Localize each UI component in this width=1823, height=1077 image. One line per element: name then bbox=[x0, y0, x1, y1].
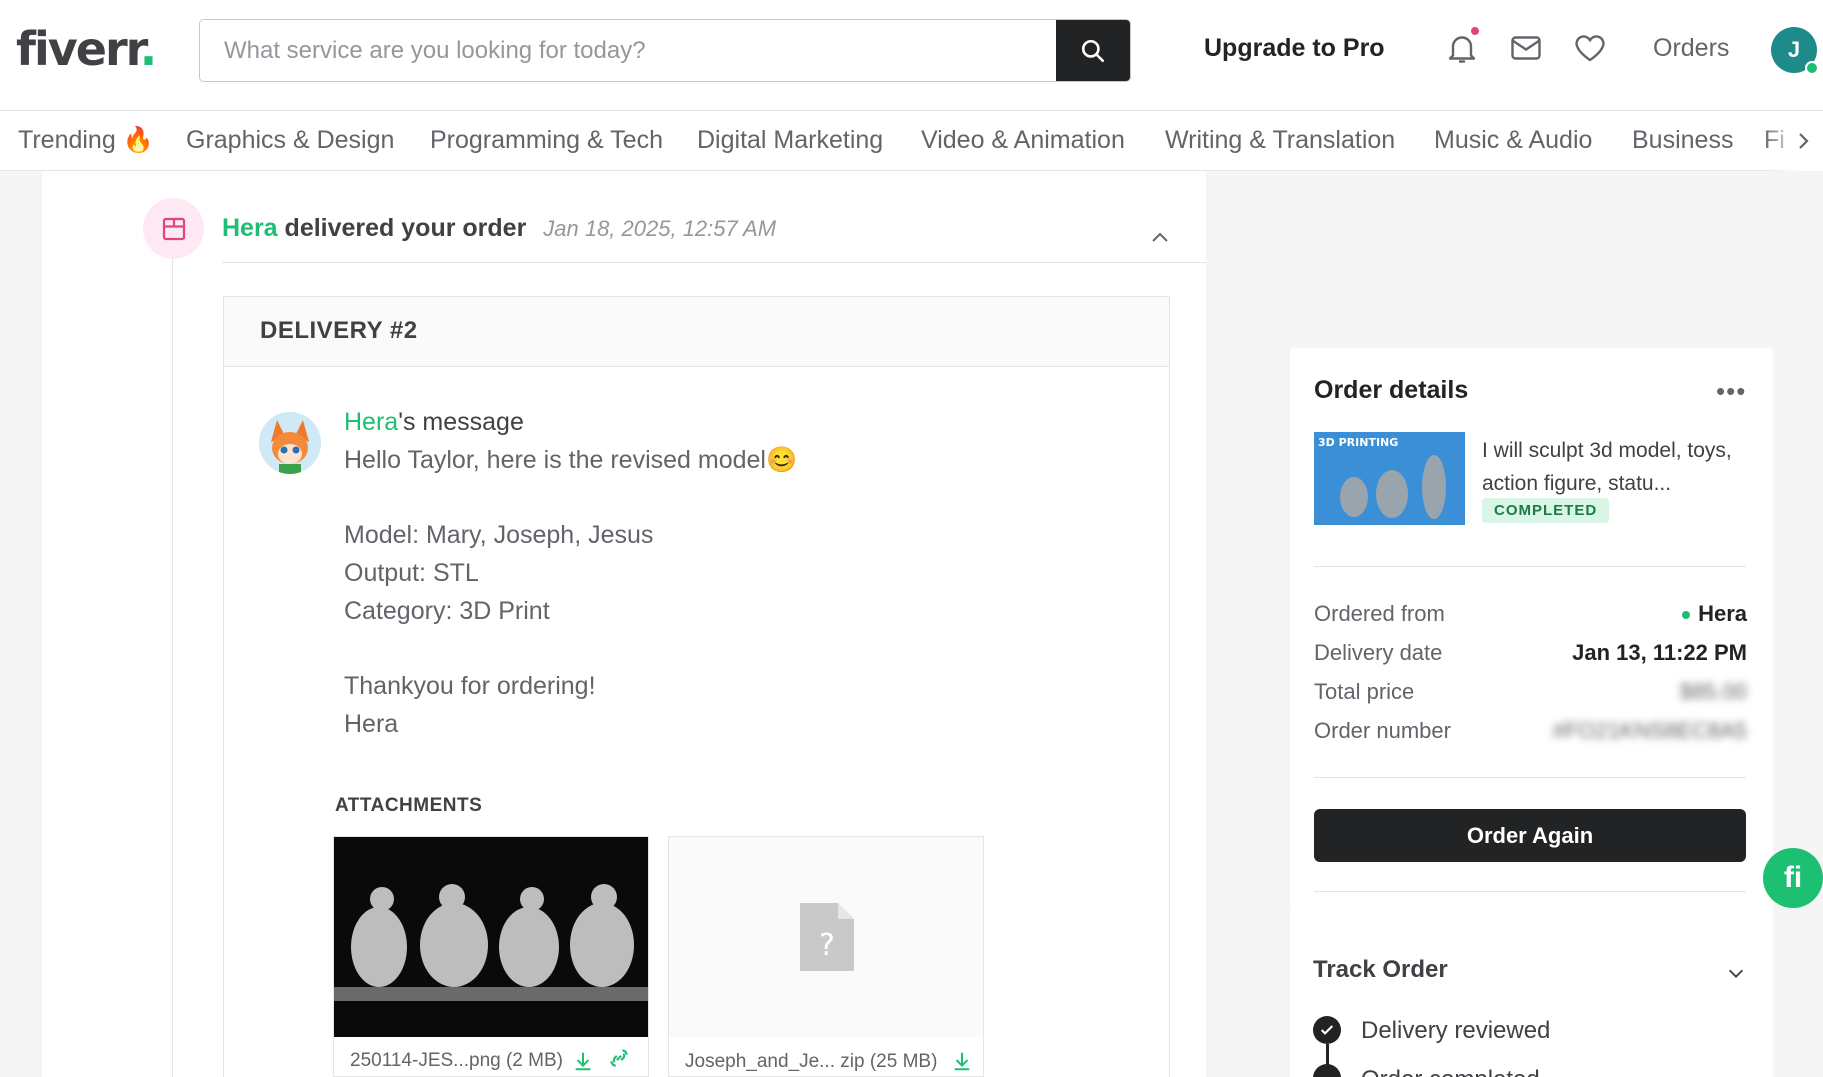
divider bbox=[1314, 777, 1746, 778]
fire-icon: 🔥 bbox=[122, 126, 154, 154]
category-video-animation[interactable]: Video & Animation bbox=[921, 126, 1125, 155]
top-header: fiverr. Upgrade to Pro Orders J bbox=[0, 0, 1823, 111]
seller-avatar[interactable] bbox=[259, 412, 321, 474]
unknown-file-icon: ? bbox=[800, 903, 854, 971]
category-trending[interactable]: Trending 🔥 bbox=[18, 126, 154, 155]
online-dot bbox=[1682, 611, 1691, 620]
event-date: Jan 18, 2025, 12:57 AM bbox=[543, 216, 777, 241]
track-connector bbox=[1326, 1044, 1329, 1066]
nav-fade bbox=[1763, 111, 1823, 171]
total-price-value: $85.00 bbox=[1679, 679, 1747, 704]
svg-text:?: ? bbox=[819, 928, 835, 963]
chevron-up-icon[interactable] bbox=[1148, 226, 1172, 250]
upgrade-to-pro-link[interactable]: Upgrade to Pro bbox=[1204, 34, 1385, 63]
attachments-label: ATTACHMENTS bbox=[335, 795, 483, 816]
track-step: Order completed bbox=[1361, 1066, 1540, 1077]
smile-emoji: 😊 bbox=[765, 446, 798, 474]
download-icon[interactable] bbox=[572, 1049, 594, 1073]
fiverr-logo[interactable]: fiverr. bbox=[16, 22, 157, 76]
attachment-filename[interactable]: 250114-JES...png (2 MB) bbox=[350, 1050, 563, 1072]
message-line: Output: STL bbox=[344, 559, 479, 587]
message-line: Model: Mary, Joseph, Jesus bbox=[344, 521, 654, 549]
timeline-line bbox=[172, 258, 173, 1077]
search-icon bbox=[1081, 39, 1105, 62]
gig-banner-text: 3D PRINTING bbox=[1318, 436, 1398, 449]
order-number-label: Order number bbox=[1314, 718, 1451, 743]
divider bbox=[1314, 566, 1746, 567]
mail-icon[interactable] bbox=[1508, 30, 1544, 66]
seller-name-link[interactable]: Hera bbox=[222, 214, 278, 242]
link-icon[interactable] bbox=[606, 1045, 632, 1071]
attachment-thumbnail[interactable]: ? bbox=[669, 837, 983, 1037]
orders-link[interactable]: Orders bbox=[1653, 34, 1729, 63]
order-number-value: #FO21KNS8EC8A5 bbox=[1552, 718, 1747, 743]
divider bbox=[222, 262, 1206, 263]
attachment-card[interactable]: ? Joseph_and_Je... zip (25 MB) bbox=[668, 836, 984, 1077]
ordered-from-label: Ordered from bbox=[1314, 601, 1445, 626]
track-order-title[interactable]: Track Order bbox=[1313, 956, 1448, 984]
heart-icon[interactable] bbox=[1572, 30, 1608, 66]
track-step: Delivery reviewed bbox=[1361, 1017, 1551, 1044]
category-digital-marketing[interactable]: Digital Marketing bbox=[697, 126, 883, 155]
fiverr-assistant-button[interactable]: fi bbox=[1763, 848, 1823, 908]
category-nav: Trending 🔥 Graphics & Design Programming… bbox=[0, 111, 1823, 171]
attachment-thumbnail[interactable] bbox=[334, 837, 648, 1037]
online-status-dot bbox=[1805, 61, 1819, 75]
message-line: Hera bbox=[344, 710, 399, 738]
total-price-label: Total price bbox=[1314, 679, 1415, 704]
status-badge: COMPLETED bbox=[1482, 498, 1610, 523]
bell-icon[interactable] bbox=[1444, 30, 1480, 66]
ordered-from-value[interactable]: Hera bbox=[1682, 601, 1747, 627]
chevron-right-icon[interactable] bbox=[1791, 129, 1815, 153]
attachment-card[interactable]: 250114-JES...png (2 MB) bbox=[333, 836, 649, 1077]
delivery-event-title: Hera delivered your order Jan 18, 2025, … bbox=[222, 214, 777, 242]
download-icon[interactable] bbox=[951, 1049, 973, 1073]
gig-thumbnail[interactable]: 3D PRINTING bbox=[1314, 432, 1465, 525]
message-line: Thankyou for ordering! bbox=[344, 672, 596, 700]
package-icon bbox=[143, 198, 204, 259]
delivery-date-value: Jan 13, 11:22 PM bbox=[1572, 640, 1747, 665]
divider bbox=[1314, 891, 1746, 892]
message-line: Hello Taylor, here is the revised model😊 bbox=[344, 446, 798, 474]
category-writing-translation[interactable]: Writing & Translation bbox=[1165, 126, 1395, 155]
more-options-icon[interactable]: ••• bbox=[1716, 376, 1746, 407]
category-graphics-design[interactable]: Graphics & Design bbox=[186, 126, 394, 155]
order-details-title: Order details bbox=[1314, 376, 1469, 404]
chevron-down-icon[interactable] bbox=[1725, 962, 1747, 984]
notification-dot bbox=[1471, 27, 1479, 35]
delivery-header: DELIVERY #2 bbox=[224, 297, 1169, 367]
check-circle-icon bbox=[1313, 1016, 1341, 1044]
gig-title[interactable]: I will sculpt 3d model, toys, action fig… bbox=[1482, 434, 1754, 500]
search-button[interactable] bbox=[1056, 20, 1130, 81]
track-order-card bbox=[1290, 908, 1773, 1077]
category-programming-tech[interactable]: Programming & Tech bbox=[430, 126, 663, 155]
category-music-audio[interactable]: Music & Audio bbox=[1434, 126, 1592, 155]
order-again-button[interactable]: Order Again bbox=[1314, 809, 1746, 862]
message-title: Hera's message bbox=[344, 408, 524, 436]
attachment-filename[interactable]: Joseph_and_Je... zip (25 MB) bbox=[685, 1051, 937, 1073]
search-bar bbox=[199, 19, 1131, 82]
delivery-date-label: Delivery date bbox=[1314, 640, 1443, 665]
category-business[interactable]: Business bbox=[1632, 126, 1733, 155]
search-input[interactable] bbox=[200, 20, 1058, 81]
message-line: Category: 3D Print bbox=[344, 597, 550, 625]
